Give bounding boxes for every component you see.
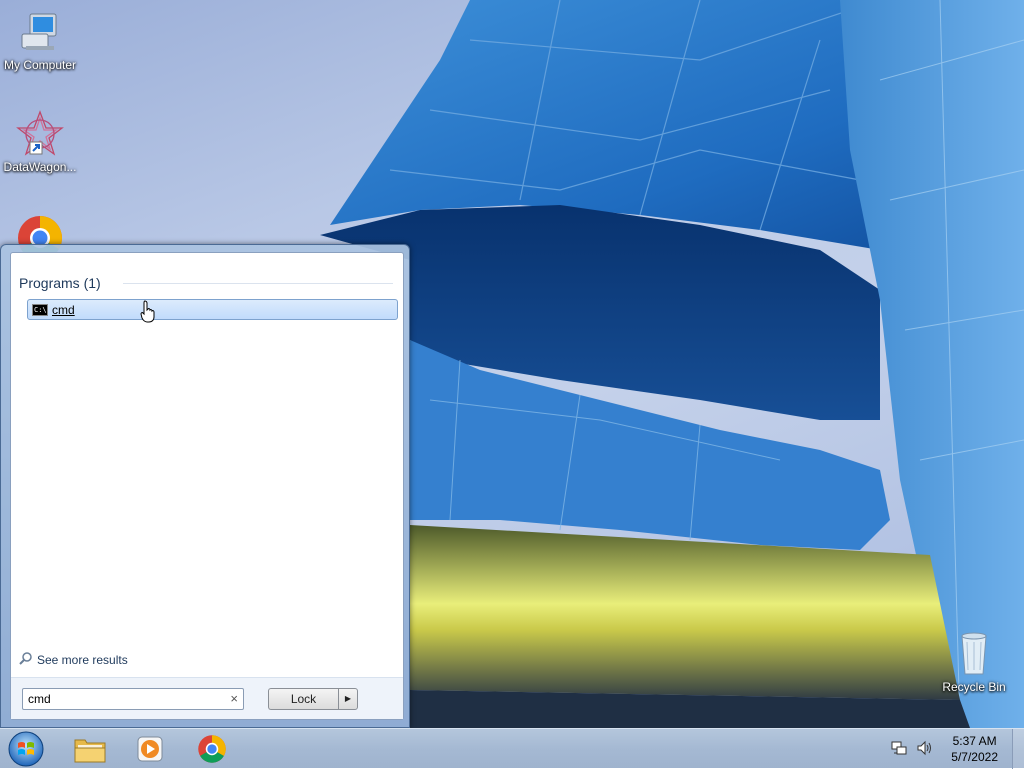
desktop-icon-label: Recycle Bin	[942, 680, 1006, 694]
clock-time: 5:37 AM	[952, 734, 997, 748]
start-button[interactable]	[6, 730, 46, 768]
desktop-icon-datawagon[interactable]: DataWagon...	[0, 110, 80, 174]
system-tray	[890, 739, 934, 757]
search-result-label: cmd	[52, 302, 75, 317]
media-player-icon	[137, 736, 163, 762]
taskbar-file-explorer-button[interactable]	[62, 731, 118, 767]
taskbar-chrome-button[interactable]	[184, 731, 240, 767]
datawagon-icon	[16, 110, 64, 158]
recycle-bin-icon	[950, 630, 998, 678]
search-result-cmd[interactable]: C:\ cmd	[27, 299, 398, 320]
search-area: cmd × Lock ▶	[11, 677, 403, 719]
network-icon[interactable]	[890, 739, 908, 757]
hand-cursor-icon	[140, 300, 155, 323]
search-input-value: cmd	[28, 692, 51, 706]
desktop-icon-label: My Computer	[3, 58, 77, 72]
desktop-icon-recycle-bin[interactable]: Recycle Bin	[934, 630, 1014, 694]
desktop: My Computer DataWagon... Recycle Bin Pro…	[0, 0, 1024, 728]
taskbar: 5:37 AM 5/7/2022	[0, 728, 1024, 769]
taskbar-media-player-button[interactable]	[122, 731, 178, 767]
power-options-arrow-button[interactable]: ▶	[338, 688, 358, 710]
search-icon	[19, 651, 33, 668]
clock-date: 5/7/2022	[951, 750, 998, 764]
search-input[interactable]: cmd ×	[22, 688, 244, 710]
see-more-results-link[interactable]: See more results	[19, 651, 128, 668]
clear-search-icon[interactable]: ×	[230, 689, 238, 709]
desktop-icon-my-computer[interactable]: My Computer	[0, 8, 80, 72]
lock-button[interactable]: Lock	[268, 688, 338, 710]
folder-icon	[74, 739, 106, 763]
divider	[123, 283, 393, 284]
taskbar-clock[interactable]: 5:37 AM 5/7/2022	[951, 733, 998, 765]
start-menu-search-panel: Programs (1) C:\ cmd See more results cm…	[10, 252, 404, 720]
show-desktop-button[interactable]	[1012, 729, 1024, 769]
computer-icon	[16, 8, 64, 56]
desktop-icon-label: DataWagon...	[3, 160, 77, 174]
start-menu: Programs (1) C:\ cmd See more results cm…	[0, 244, 410, 728]
command-prompt-icon: C:\	[32, 303, 48, 316]
programs-group-header: Programs (1)	[19, 275, 101, 291]
volume-icon[interactable]	[916, 739, 934, 757]
see-more-results-label: See more results	[37, 652, 128, 667]
chrome-icon	[198, 735, 226, 763]
